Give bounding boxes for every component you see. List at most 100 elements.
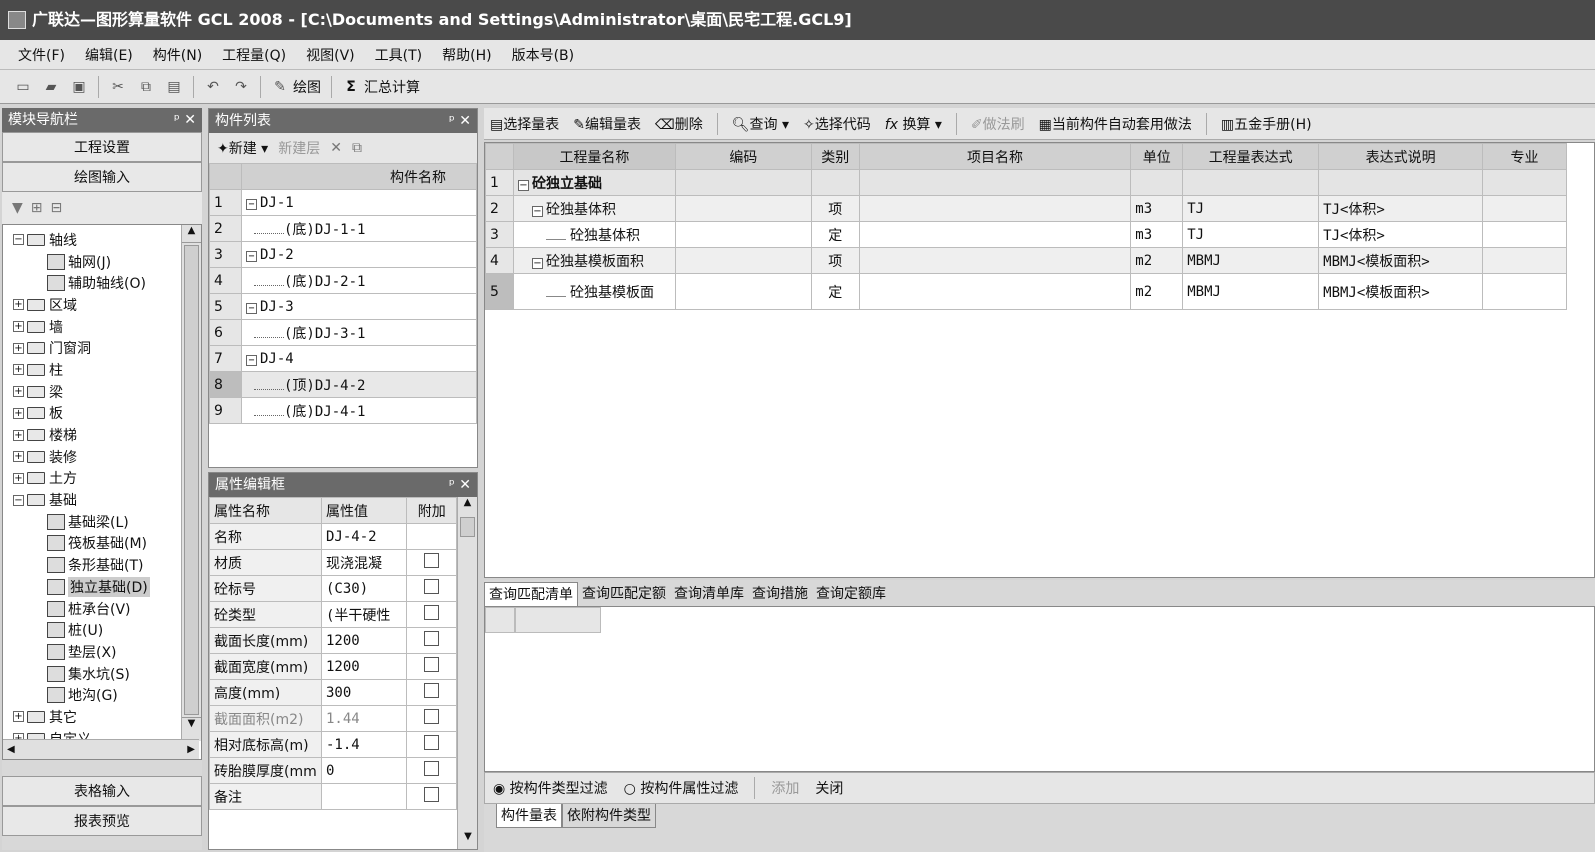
close-button[interactable]: 关闭	[815, 778, 843, 798]
table-row[interactable]: 2− 砼独基体积项 m3 TJ TJ<体积>	[485, 195, 1567, 222]
table-row[interactable]: 1− DJ-1	[209, 189, 477, 216]
menu-edit[interactable]: 编辑(E)	[85, 45, 133, 65]
method-brush-button[interactable]: ✐做法刷	[971, 114, 1025, 134]
collapse-icon[interactable]: −	[531, 257, 543, 269]
select-table-button[interactable]: ▤选择量表	[490, 114, 559, 134]
component-name-cell[interactable]: (底)DJ-2-1	[241, 267, 477, 294]
cell-type[interactable]: 定	[810, 221, 860, 248]
tab-match-list[interactable]: 查询匹配清单	[484, 582, 578, 606]
property-value[interactable]: 1200	[320, 627, 408, 654]
component-name-cell[interactable]: (底)DJ-1-1	[241, 215, 477, 242]
redo-icon[interactable]: ↷	[232, 78, 250, 96]
tree-item[interactable]: + 板	[13, 403, 175, 425]
cell-spec[interactable]	[1482, 247, 1567, 274]
collapse-icon[interactable]: −	[13, 494, 24, 506]
nav-tree-scrollbar[interactable]: ▲ ▼	[181, 225, 201, 741]
table-input-button[interactable]: 表格输入	[2, 776, 202, 806]
extra-checkbox[interactable]	[424, 683, 440, 698]
cell-code[interactable]	[674, 195, 812, 222]
collapse-icon[interactable]: −	[246, 198, 257, 210]
copy-icon[interactable]: ⧉	[137, 78, 155, 96]
extra-checkbox[interactable]	[424, 787, 440, 802]
cell-code[interactable]	[674, 169, 812, 196]
table-row[interactable]: 4 (底)DJ-2-1	[209, 267, 477, 294]
extra-checkbox[interactable]	[424, 605, 440, 620]
cell-desc[interactable]: TJ<体积>	[1318, 221, 1484, 248]
collapse-all-icon[interactable]: ⊟	[51, 200, 63, 216]
add-button[interactable]: 添加	[771, 778, 799, 798]
component-name-cell[interactable]: (底)DJ-3-1	[241, 319, 477, 346]
new-layer-button[interactable]: 新建层	[278, 138, 320, 158]
tree-item[interactable]: 垫层(X)	[13, 641, 175, 663]
cell-proj[interactable]	[858, 221, 1132, 248]
cell-spec[interactable]	[1482, 195, 1567, 222]
scroll-up-icon[interactable]: ▲	[182, 225, 201, 243]
cell-spec[interactable]	[1482, 169, 1567, 196]
component-name-cell[interactable]: − DJ-2	[241, 241, 477, 268]
cell-expr[interactable]: TJ	[1182, 195, 1320, 222]
tree-item[interactable]: 基础梁(L)	[13, 511, 175, 533]
tree-item[interactable]: + 装修	[13, 446, 175, 468]
cell-desc[interactable]: MBMJ<模板面积>	[1318, 247, 1484, 274]
tree-item[interactable]: 集水坑(S)	[13, 663, 175, 685]
table-row[interactable]: 6 (底)DJ-3-1	[209, 319, 477, 346]
delete-icon[interactable]: ✕	[330, 140, 342, 156]
extra-checkbox[interactable]	[424, 709, 440, 724]
table-row[interactable]: 2 (底)DJ-1-1	[209, 215, 477, 242]
collapse-icon[interactable]: −	[13, 234, 24, 246]
property-value[interactable]: 0	[320, 757, 408, 784]
tab-match-quota[interactable]: 查询匹配定额	[578, 582, 670, 606]
tree-item[interactable]: − 基础	[13, 489, 175, 511]
cell-code[interactable]	[674, 221, 812, 248]
cell-proj[interactable]	[858, 195, 1132, 222]
convert-button[interactable]: fx 换算 ▾	[885, 114, 942, 134]
scroll-down-icon[interactable]: ▼	[458, 831, 478, 849]
tree-item[interactable]: 地沟(G)	[13, 684, 175, 706]
draw-button[interactable]: ✎ 绘图	[271, 77, 321, 97]
cell-proj[interactable]	[858, 247, 1132, 274]
open-folder-icon[interactable]: ▰	[42, 78, 60, 96]
table-row[interactable]: 4− 砼独基模板面积项 m2 MBMJ MBMJ<模板面积>	[485, 247, 1567, 274]
tab-attached-types[interactable]: 依附构件类型	[562, 804, 656, 828]
cell-expr[interactable]: TJ	[1182, 221, 1320, 248]
table-row[interactable]: 8 (顶)DJ-4-2	[209, 371, 477, 398]
cell-desc[interactable]: MBMJ<模板面积>	[1318, 273, 1484, 310]
menu-component[interactable]: 构件(N)	[153, 45, 202, 65]
property-value[interactable]: (半干硬性	[320, 601, 408, 628]
properties-scroll-thumb[interactable]	[460, 517, 475, 537]
expand-icon[interactable]: +	[13, 472, 24, 484]
collapse-icon[interactable]: −	[517, 179, 529, 191]
edit-table-button[interactable]: ✎编辑量表	[573, 114, 641, 134]
component-name-cell[interactable]: − DJ-3	[241, 293, 477, 320]
table-row[interactable]: 5− DJ-3	[209, 293, 477, 320]
tree-item[interactable]: 筏板基础(M)	[13, 533, 175, 555]
collapse-icon[interactable]: −	[246, 354, 257, 366]
component-name-cell[interactable]: − DJ-1	[241, 189, 477, 216]
collapse-icon[interactable]: −	[531, 205, 543, 217]
cell-spec[interactable]	[1482, 273, 1567, 310]
cell-code[interactable]	[674, 247, 812, 274]
scroll-up-icon[interactable]: ▲	[458, 497, 477, 515]
cell-type[interactable]: 项	[810, 247, 860, 274]
property-value[interactable]: (C30)	[320, 575, 408, 602]
menu-help[interactable]: 帮助(H)	[442, 45, 491, 65]
cell-name[interactable]: 砼独基体积	[512, 221, 676, 248]
tree-item[interactable]: + 墙	[13, 316, 175, 338]
property-value[interactable]: 1200	[320, 653, 408, 680]
tab-measures[interactable]: 查询措施	[748, 582, 812, 606]
table-row[interactable]: 5 砼独基模板面 定 m2 MBMJ MBMJ<模板面积>	[485, 273, 1567, 310]
cell-type[interactable]: 项	[810, 195, 860, 222]
cell-type[interactable]	[810, 169, 860, 196]
property-value[interactable]: 现浇混凝	[320, 549, 408, 576]
cell-unit[interactable]	[1130, 169, 1184, 196]
expand-icon[interactable]: +	[13, 321, 24, 333]
new-component-button[interactable]: ✦新建 ▾	[217, 138, 268, 158]
cell-expr[interactable]: MBMJ	[1182, 247, 1320, 274]
cell-type[interactable]: 定	[810, 273, 860, 310]
extra-checkbox[interactable]	[424, 553, 440, 568]
expand-all-icon[interactable]: ⊞	[31, 200, 43, 216]
project-settings-button[interactable]: 工程设置	[2, 132, 202, 162]
properties-scrollbar[interactable]: ▲ ▼	[457, 497, 477, 849]
extra-checkbox[interactable]	[424, 631, 440, 646]
cell-code[interactable]	[674, 273, 812, 310]
